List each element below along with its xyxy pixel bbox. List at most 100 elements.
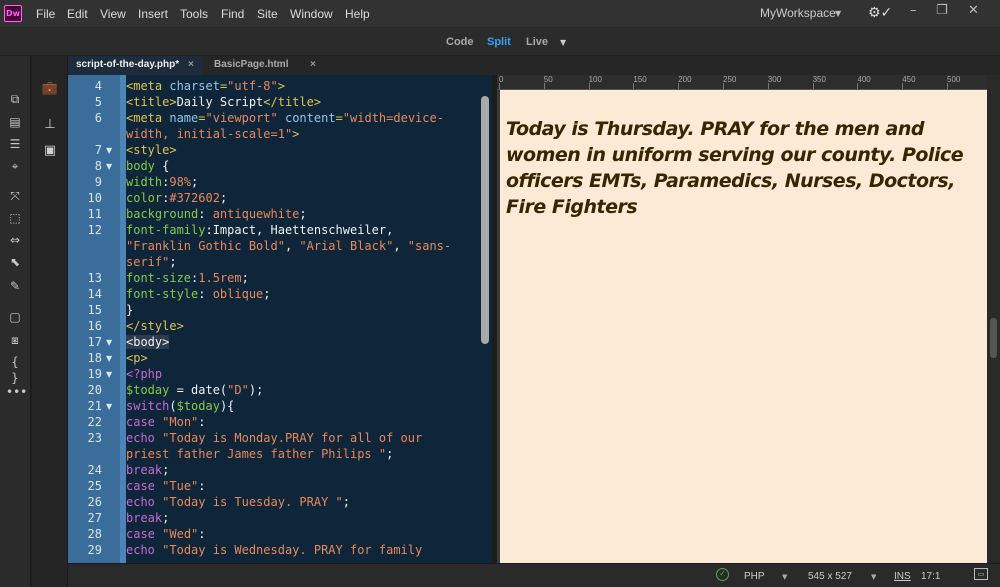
view-code-button[interactable]: Code <box>446 36 474 48</box>
tab-script-of-the-day[interactable]: script-of-the-day.php* × <box>68 56 202 75</box>
code-line[interactable]: case "Tue": <box>126 479 206 493</box>
menu-window[interactable]: Window <box>290 7 333 21</box>
line-number: 25 <box>87 479 102 493</box>
css-designer-icon[interactable]: ▣ <box>40 142 60 160</box>
code-scrollbar[interactable] <box>481 96 489 344</box>
menu-view[interactable]: View <box>100 7 126 21</box>
view-live-button[interactable]: Live <box>526 36 548 48</box>
sync-settings-icon[interactable]: ⚙✓ <box>868 5 892 21</box>
expand-icon[interactable]: ⤧ <box>6 188 24 204</box>
ruler-tick <box>543 83 545 89</box>
code-line[interactable]: </style> <box>126 319 184 333</box>
code-line[interactable]: color:#372602; <box>126 191 227 205</box>
view-split-button[interactable]: Split <box>487 36 511 48</box>
code-line[interactable]: <?php <box>126 367 162 381</box>
menu-edit[interactable]: Edit <box>67 7 88 21</box>
code-line[interactable]: <meta charset="utf-8"> <box>126 79 285 93</box>
code-line[interactable]: break; <box>126 463 169 477</box>
language-select[interactable]: PHP <box>744 571 765 582</box>
align-icon[interactable]: ☰ <box>6 136 24 152</box>
code-line[interactable]: echo "Today is Tuesday. PRAY "; <box>126 495 350 509</box>
live-dropdown-icon[interactable]: ▼ <box>560 38 566 47</box>
code-line[interactable]: case "Mon": <box>126 415 206 429</box>
live-view[interactable]: Today is Thursday. PRAY for the men and … <box>500 90 987 563</box>
tab-close-icon[interactable]: × <box>310 59 316 70</box>
ruler-tick-label: 450 <box>902 75 916 84</box>
page-icon[interactable]: ▤ <box>6 114 24 130</box>
horizontal-ruler: 050100150200250300350400450500550 <box>497 75 987 90</box>
menu-file[interactable]: File <box>36 7 55 21</box>
workspace-caret-icon[interactable]: ▼ <box>835 9 841 18</box>
code-line[interactable]: font-style: oblique; <box>126 287 271 301</box>
insert-mode[interactable]: INS <box>894 571 911 582</box>
code-line[interactable]: background: antiquewhite; <box>126 207 307 221</box>
minimize-icon[interactable]: – <box>910 3 917 18</box>
workspace-switcher[interactable]: MyWorkspace <box>760 6 836 20</box>
code-line[interactable]: "Franklin Gothic Bold", "Arial Black", "… <box>126 239 451 253</box>
snippet-icon[interactable]: ⧆ <box>6 332 24 348</box>
code-line[interactable]: priest father James father Philips "; <box>126 447 393 461</box>
code-line[interactable]: switch($today){ <box>126 399 234 413</box>
tab-close-icon[interactable]: × <box>188 59 194 70</box>
code-line[interactable]: <meta name="viewport" content="width=dev… <box>126 111 444 125</box>
tab-label: script-of-the-day.php* <box>76 59 180 70</box>
menu-insert[interactable]: Insert <box>138 7 168 21</box>
code-line[interactable]: body { <box>126 159 169 173</box>
code-line[interactable]: echo "Today is Wednesday. PRAY for famil… <box>126 543 422 557</box>
real-time-preview-icon[interactable]: ▭ <box>974 568 988 580</box>
code-line[interactable]: font-family:Impact, Haettenschweiler, <box>126 223 393 237</box>
line-number: 17 <box>87 335 102 349</box>
fold-toggle-icon[interactable]: ▼ <box>106 370 112 379</box>
line-number: 27 <box>87 511 102 525</box>
code-line[interactable]: <style> <box>126 143 177 157</box>
menu-help[interactable]: Help <box>345 7 370 21</box>
live-scrollbar-thumb[interactable] <box>990 318 997 358</box>
close-icon[interactable]: ✕ <box>968 3 979 18</box>
select-icon[interactable]: ⬚ <box>6 210 24 226</box>
code-line[interactable]: <body> <box>126 335 170 349</box>
brush-icon[interactable]: ✎ <box>6 278 24 294</box>
code-line[interactable]: serif"; <box>126 255 177 269</box>
fold-toggle-icon[interactable]: ▼ <box>106 338 112 347</box>
line-number: 11 <box>87 207 102 221</box>
code-line[interactable]: <title>Daily Script</title> <box>126 95 321 109</box>
code-line[interactable]: case "Wed": <box>126 527 206 541</box>
code-line[interactable]: <p> <box>126 351 148 365</box>
tab-basicpage[interactable]: BasicPage.html × <box>206 56 322 75</box>
more-icon[interactable]: ••• <box>6 384 27 400</box>
code-line[interactable]: } <box>126 303 133 317</box>
line-number: 12 <box>87 223 102 237</box>
fold-toggle-icon[interactable]: ▼ <box>106 162 112 171</box>
code-line[interactable]: font-size:1.5rem; <box>126 271 249 285</box>
target-icon[interactable]: ⌖ <box>6 158 24 174</box>
code-view-icon[interactable]: ⧉ <box>6 91 24 107</box>
tab-label: BasicPage.html <box>214 59 289 70</box>
assets-icon[interactable]: 💼 <box>40 80 60 98</box>
restore-icon[interactable]: ❐ <box>936 3 948 18</box>
fold-toggle-icon[interactable]: ▼ <box>106 402 112 411</box>
language-caret-icon[interactable]: ▼ <box>782 573 787 581</box>
menu-tools[interactable]: Tools <box>180 7 208 21</box>
code-line[interactable]: $today = date("D"); <box>126 383 263 397</box>
pointer-icon[interactable]: ⬉ <box>6 254 24 270</box>
code-line[interactable]: width, initial-scale=1"> <box>126 127 299 141</box>
code-line[interactable]: echo "Today is Monday.PRAY for all of ou… <box>126 431 422 445</box>
menu-site[interactable]: Site <box>257 7 278 21</box>
fold-toggle-icon[interactable]: ▼ <box>106 354 112 363</box>
size-caret-icon[interactable]: ▼ <box>871 573 876 581</box>
ruler-tick-label: 250 <box>723 75 737 84</box>
line-number: 28 <box>87 527 102 541</box>
fold-toggle-icon[interactable]: ▼ <box>106 146 112 155</box>
no-errors-icon[interactable]: ✓ <box>716 568 729 581</box>
code-line[interactable]: break; <box>126 511 169 525</box>
menu-find[interactable]: Find <box>221 7 244 21</box>
code-editor[interactable]: 4 <meta charset="utf-8"> 5 <title>Daily Scr… <box>68 75 492 563</box>
window-size[interactable]: 545 x 527 <box>808 571 852 582</box>
resize-icon[interactable]: ⇔ <box>6 232 24 248</box>
braces-icon[interactable]: { } <box>6 354 24 385</box>
comment-icon[interactable]: ▢ <box>6 309 24 325</box>
app-logo: Dw <box>4 5 22 22</box>
dom-icon[interactable]: ⊥ <box>40 116 60 134</box>
ruler-tick-label: 200 <box>678 75 692 84</box>
code-line[interactable]: width:98%; <box>126 175 198 189</box>
